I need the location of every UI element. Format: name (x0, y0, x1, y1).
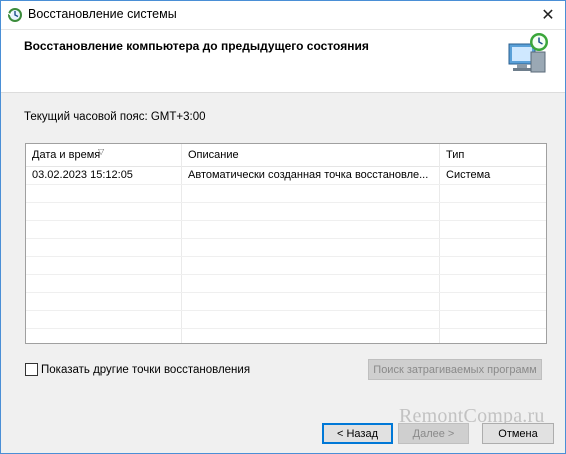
column-label: Тип (446, 149, 465, 161)
table-row[interactable]: 03.02.2023 15:12:05 Автоматически создан… (26, 167, 546, 185)
show-more-checkbox[interactable] (25, 363, 38, 376)
table-row-empty (26, 221, 546, 239)
table-row-empty (26, 311, 546, 329)
close-button[interactable]: ✕ (531, 1, 565, 29)
show-more-label[interactable]: Показать другие точки восстановления (41, 364, 250, 376)
column-header-type[interactable]: Тип (440, 144, 546, 166)
cancel-button[interactable]: Отмена (482, 423, 554, 444)
cell-description: Автоматически созданная точка восстановл… (188, 169, 429, 181)
cell-datetime: 03.02.2023 15:12:05 (32, 169, 133, 181)
list-header: Дата и время ▽ Описание Тип (26, 144, 546, 167)
system-restore-icon (7, 8, 22, 22)
table-row-empty (26, 293, 546, 311)
column-label: Дата и время (32, 149, 101, 161)
system-restore-icon (508, 33, 548, 73)
column-label: Описание (188, 149, 239, 161)
table-row-empty (26, 275, 546, 293)
system-restore-window: Восстановление системы ✕ Восстановление … (0, 0, 566, 454)
page-title: Восстановление компьютера до предыдущего… (24, 39, 369, 53)
table-row-empty (26, 203, 546, 221)
back-button[interactable]: < Назад (322, 423, 393, 444)
window-title: Восстановление системы (28, 7, 177, 21)
timezone-label: Текущий часовой пояс: GMT+3:00 (24, 111, 206, 123)
restore-points-list[interactable]: Дата и время ▽ Описание Тип 03.02.2023 1… (25, 143, 547, 344)
column-header-description[interactable]: Описание (182, 144, 440, 166)
scan-affected-programs-button[interactable]: Поиск затрагиваемых программ (368, 359, 542, 380)
wizard-header: Восстановление компьютера до предыдущего… (1, 30, 565, 93)
column-header-datetime[interactable]: Дата и время ▽ (26, 144, 182, 166)
next-button[interactable]: Далее > (398, 423, 469, 444)
table-row-empty (26, 239, 546, 257)
title-bar[interactable]: Восстановление системы ✕ (1, 1, 565, 30)
table-row-empty (26, 185, 546, 203)
table-row-empty (26, 257, 546, 275)
show-more-checkbox-row[interactable]: Показать другие точки восстановления (25, 363, 250, 376)
close-icon: ✕ (541, 7, 555, 24)
cell-type: Система (446, 169, 491, 181)
sort-arrow-icon: ▽ (98, 147, 105, 156)
